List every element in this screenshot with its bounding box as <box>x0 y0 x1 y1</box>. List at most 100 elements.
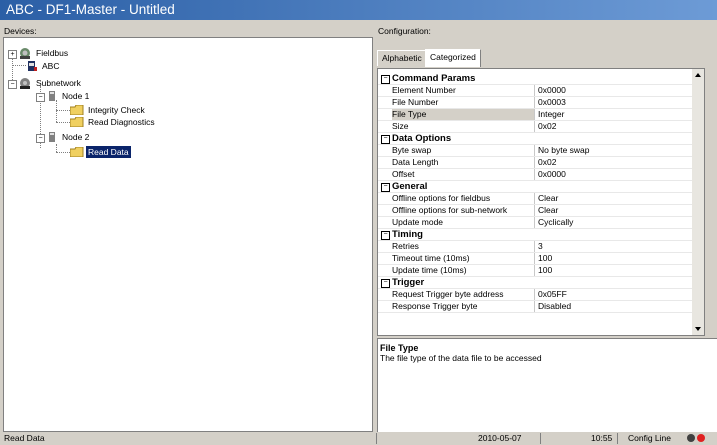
property-value[interactable]: Clear <box>538 193 558 204</box>
title-bar: ABC - DF1-Master - Untitled <box>0 0 717 20</box>
property-row[interactable]: Data Length 0x02 <box>378 157 704 169</box>
property-value[interactable]: 100 <box>538 265 552 276</box>
module-icon <box>28 61 37 71</box>
property-row[interactable]: Retries 3 <box>378 241 704 253</box>
collapse-icon[interactable]: − <box>381 279 390 288</box>
property-name: Offset <box>392 169 415 179</box>
column-divider <box>534 241 535 252</box>
property-value[interactable]: 0x05FF <box>538 289 567 300</box>
expand-toggle[interactable]: + <box>8 50 17 59</box>
property-name: Size <box>392 121 409 131</box>
status-bar: Read Data 2010-05-07 10:55 Config Line <box>0 432 717 445</box>
property-row[interactable]: Timeout time (10ms) 100 <box>378 253 704 265</box>
property-value[interactable]: Disabled <box>538 301 571 312</box>
property-value[interactable]: 0x02 <box>538 121 556 132</box>
tree-label: Fieldbus <box>36 48 69 58</box>
devices-tree[interactable]: + Fieldbus ABC − Subnetwork − Node 1 Int… <box>3 37 373 432</box>
category-label: Timing <box>392 229 423 240</box>
category-row[interactable]: − Data Options <box>378 133 704 145</box>
property-row[interactable]: Element Number 0x0000 <box>378 85 704 97</box>
property-row[interactable]: Size 0x02 <box>378 121 704 133</box>
description-panel: File Type The file type of the data file… <box>377 338 717 434</box>
column-divider <box>534 145 535 156</box>
status-separator <box>617 433 618 444</box>
property-row[interactable]: Offline options for fieldbus Clear <box>378 193 704 205</box>
status-date: 2010-05-07 <box>478 433 522 443</box>
property-name: Data Length <box>392 157 439 167</box>
node-icon <box>49 91 55 101</box>
collapse-icon[interactable]: − <box>381 231 390 240</box>
property-value[interactable]: No byte swap <box>538 145 590 156</box>
property-value[interactable]: 3 <box>538 241 543 252</box>
property-value[interactable]: 0x0000 <box>538 169 566 180</box>
property-value[interactable]: Integer <box>538 109 564 120</box>
column-divider <box>534 301 535 312</box>
tree-label: Integrity Check <box>88 105 145 115</box>
property-name: Retries <box>392 241 419 251</box>
tree-line <box>56 110 70 111</box>
tree-line <box>56 100 57 122</box>
property-value[interactable]: 0x0000 <box>538 85 566 96</box>
property-name: Offline options for sub-network <box>392 205 508 215</box>
property-row[interactable]: Update mode Cyclically <box>378 217 704 229</box>
property-row[interactable]: Request Trigger byte address 0x05FF <box>378 289 704 301</box>
category-label: Command Params <box>392 73 476 84</box>
property-value[interactable]: Clear <box>538 205 558 216</box>
property-row[interactable]: Byte swap No byte swap <box>378 145 704 157</box>
folder-icon <box>70 117 84 127</box>
category-row[interactable]: − General <box>378 181 704 193</box>
property-grid[interactable]: − Command Params Element Number 0x0000 Fi… <box>377 68 705 336</box>
collapse-icon[interactable]: − <box>381 75 390 84</box>
tree-label: Read Data <box>86 146 131 158</box>
window-title: ABC - DF1-Master - Untitled <box>6 2 175 17</box>
property-row-selected[interactable]: File Type Integer <box>378 109 704 121</box>
collapse-toggle[interactable]: − <box>36 134 45 143</box>
collapse-toggle[interactable]: − <box>8 80 17 89</box>
property-name: Timeout time (10ms) <box>392 253 470 263</box>
column-divider <box>534 121 535 132</box>
property-name: Update time (10ms) <box>392 265 467 275</box>
collapse-toggle[interactable]: − <box>36 93 45 102</box>
property-row[interactable]: Offset 0x0000 <box>378 169 704 181</box>
vertical-scrollbar[interactable] <box>692 69 704 335</box>
property-name: File Number <box>392 97 439 107</box>
property-name: Update mode <box>392 217 444 227</box>
property-name: Offline options for fieldbus <box>392 193 491 203</box>
property-row[interactable]: Offline options for sub-network Clear <box>378 205 704 217</box>
tree-line <box>12 65 26 66</box>
led-red-icon <box>697 434 705 442</box>
description-text: The file type of the data file to be acc… <box>380 353 542 363</box>
collapse-icon[interactable]: − <box>381 135 390 144</box>
column-divider <box>534 97 535 108</box>
status-time: 10:55 <box>591 433 613 443</box>
folder-icon <box>70 147 84 157</box>
tree-line <box>56 122 70 123</box>
category-row[interactable]: − Timing <box>378 229 704 241</box>
property-row[interactable]: File Number 0x0003 <box>378 97 704 109</box>
category-label: Data Options <box>392 133 452 144</box>
scroll-up-icon[interactable] <box>695 73 701 77</box>
property-value[interactable]: 0x02 <box>538 157 556 168</box>
property-value[interactable]: 0x0003 <box>538 97 566 108</box>
property-row[interactable]: Update time (10ms) 100 <box>378 265 704 277</box>
column-divider <box>534 157 535 168</box>
scroll-down-icon[interactable] <box>695 327 701 331</box>
category-row[interactable]: − Trigger <box>378 277 704 289</box>
column-divider <box>534 85 535 96</box>
led-dark-icon <box>687 434 695 442</box>
property-name: Response Trigger byte <box>392 301 478 311</box>
category-label: Trigger <box>392 277 425 288</box>
tab-alphabetic[interactable]: Alphabetic <box>377 50 427 66</box>
tab-categorized[interactable]: Categorized <box>425 49 481 67</box>
tree-label: ABC <box>42 61 60 71</box>
property-name: File Type <box>392 109 534 120</box>
property-row[interactable]: Response Trigger byte Disabled <box>378 301 704 313</box>
category-row[interactable]: − Command Params <box>378 73 704 85</box>
property-value[interactable]: Cyclically <box>538 217 573 228</box>
property-value[interactable]: 100 <box>538 253 552 264</box>
collapse-icon[interactable]: − <box>381 183 390 192</box>
node-icon <box>49 132 55 142</box>
property-name: Element Number <box>392 85 456 95</box>
tree-label: Read Diagnostics <box>88 117 155 127</box>
column-divider <box>534 205 535 216</box>
